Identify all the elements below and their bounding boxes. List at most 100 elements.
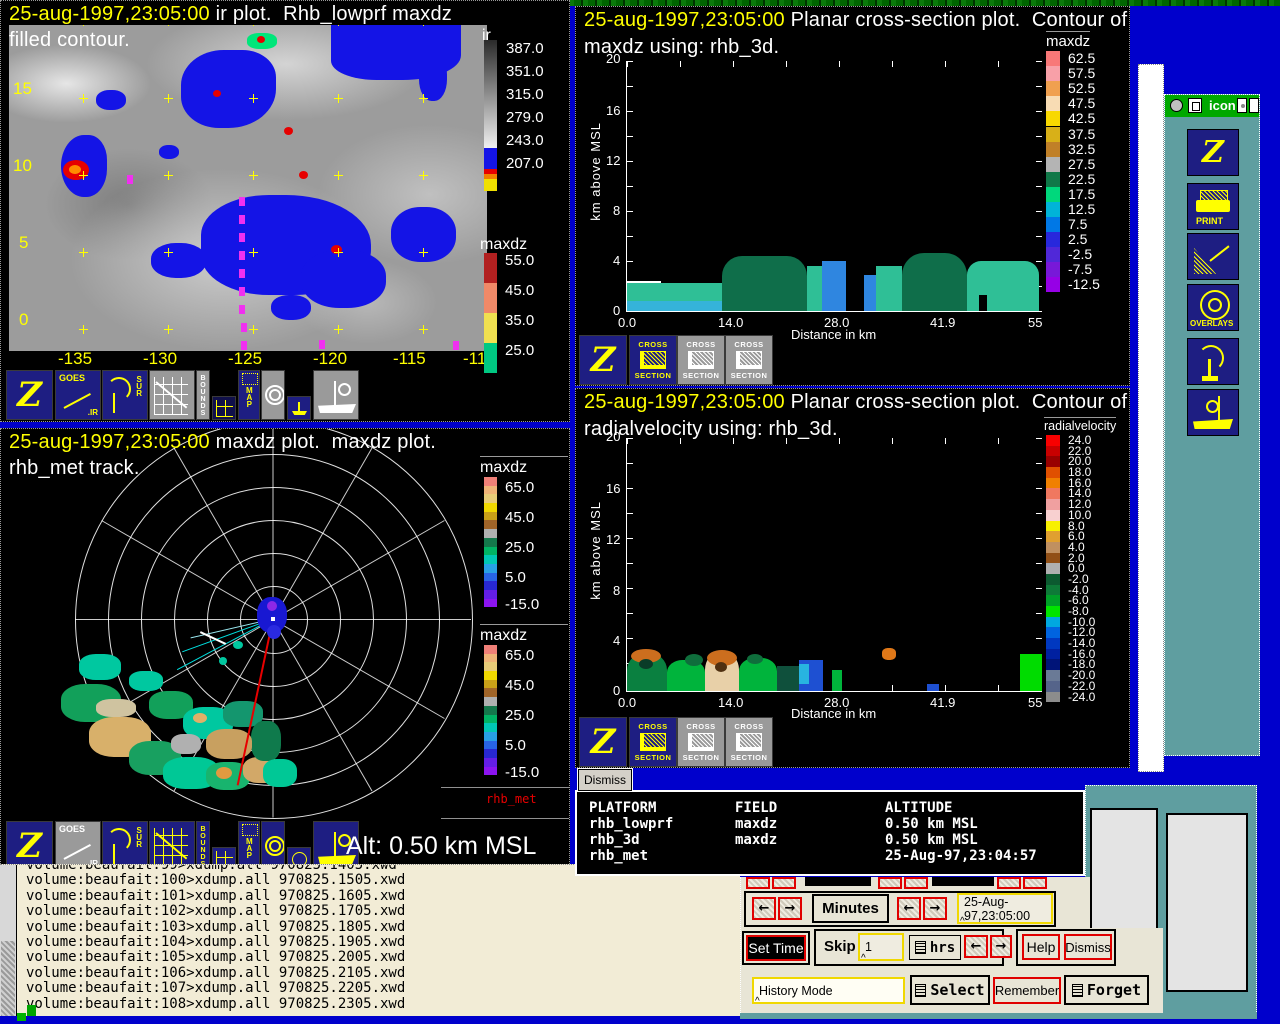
window-close-icon[interactable] — [1249, 98, 1259, 113]
small-ship-button[interactable] — [287, 396, 311, 420]
sat-y-tick: 10 — [13, 156, 32, 176]
cross-section-button-active[interactable]: CROSS SECTION — [629, 335, 677, 385]
rings-overlay-button[interactable] — [261, 370, 285, 420]
ship-button[interactable] — [1187, 389, 1239, 436]
cross-section-button[interactable]: CROSS SECTION — [725, 717, 773, 767]
table-row[interactable]: rhb_lowprfmaxdz0.50 km MSL25-Aug-97,23:0… — [589, 816, 1083, 832]
xs2-title: Planar cross-section plot. Contour of — [785, 391, 1127, 413]
overlays-button[interactable]: OVERLAYS — [1187, 284, 1239, 331]
terminal-scrollbar[interactable] — [0, 865, 17, 1016]
satellite-image[interactable] — [9, 25, 487, 351]
rings-overlay-button[interactable] — [261, 821, 285, 866]
printer-body-icon — [1196, 200, 1230, 212]
cross-section-button[interactable]: CROSS SECTION — [677, 717, 725, 767]
ppi-title-line1: 25-aug-1997,23:05:00 maxdz plot. maxdz p… — [9, 431, 436, 454]
sat-y-tick: 15 — [13, 79, 32, 99]
xs2-y-tick: 12 — [606, 532, 620, 547]
goes-ir-button[interactable]: GOES .IR — [55, 370, 101, 420]
scrollbar-thumb[interactable] — [1, 941, 15, 1016]
set-time-button[interactable]: Set Time — [746, 935, 806, 961]
select-button[interactable]: Select — [910, 975, 990, 1005]
grid-radar-button[interactable] — [149, 821, 195, 866]
skip-forward-button[interactable]: → — [990, 935, 1012, 958]
history-mode-field[interactable]: History Mode — [752, 977, 905, 1004]
zebra-menu-button[interactable]: Z — [579, 335, 627, 385]
section-label: SECTION — [683, 371, 720, 380]
cross-section-button[interactable]: CROSS SECTION — [677, 335, 725, 385]
xs1-plot-area[interactable] — [626, 61, 1042, 312]
ppi-bar-tick: 5.0 — [505, 737, 526, 754]
bounds-button[interactable]: B O U N D S — [196, 821, 210, 866]
ship-mast-icon — [1218, 396, 1220, 424]
sur-radar-button[interactable]: S U R — [102, 821, 148, 866]
icon-window-titlebar[interactable]: icon — [1165, 95, 1259, 117]
goes-ir-button[interactable]: GOES .IR — [55, 821, 101, 866]
ir-value: 243.0 — [506, 132, 544, 149]
window-menu-icon[interactable] — [1170, 99, 1183, 112]
hrs-units-button[interactable]: hrs — [909, 935, 961, 960]
cross-label: CROSS — [686, 340, 715, 349]
sat-y-tick: 5 — [19, 233, 28, 253]
table-row[interactable]: rhb_3dmaxdz0.50 km MSL25-Aug-97,23:01:26 — [589, 832, 1083, 848]
zebra-menu-button[interactable]: Z — [579, 717, 627, 767]
sat-title-line2: filled contour. — [9, 29, 130, 52]
overlay-dismiss-button[interactable]: Dismiss — [578, 769, 632, 791]
data-available-table: PLATFORMFIELDALTITUDETIME rhb_lowprfmaxd… — [575, 790, 1085, 876]
ppi-bar-tick: -15.0 — [505, 764, 539, 781]
sat-title-line1: 25-aug-1997,23:05:00 ir plot. Rhb_lowprf… — [9, 3, 452, 26]
xs2-plot-area[interactable] — [626, 438, 1042, 692]
ship-radar-ball — [338, 383, 351, 396]
sat-timestamp: 25-aug-1997,23:05:00 — [9, 3, 210, 25]
sat-title: ir plot. Rhb_lowprf maxdz — [210, 3, 452, 25]
cross-section-button[interactable]: CROSS SECTION — [725, 335, 773, 385]
terminal-window[interactable]: volume:beaufait:99>xdump.all 970825.1405… — [0, 864, 740, 1016]
window-iconify-icon[interactable] — [1188, 98, 1202, 113]
map-label: M A P — [246, 838, 253, 859]
radar-dish-icon — [107, 828, 131, 852]
latlon-grid — [9, 25, 487, 351]
ship-hull-icon — [318, 404, 356, 413]
zebra-menu-button[interactable]: Z — [6, 821, 53, 866]
sat-y-tick: 0 — [19, 310, 28, 330]
minutes-back-button[interactable]: ← — [752, 897, 776, 920]
minutes-forward-button[interactable]: → — [778, 897, 802, 920]
minutes-back-button-2[interactable]: ← — [897, 897, 921, 920]
bounds-button[interactable]: B O U N D S — [196, 370, 210, 420]
window-resize-icon[interactable] — [1237, 98, 1247, 113]
skip-back-button[interactable]: ← — [964, 935, 988, 958]
ship-platform-button[interactable] — [313, 370, 359, 420]
terminal-line: volume:beaufait:106>xdump.all 970825.210… — [26, 966, 405, 981]
remember-button[interactable]: Remember — [993, 977, 1061, 1004]
forget-button[interactable]: Forget — [1064, 975, 1149, 1005]
xs2-x-tick: 0.0 — [618, 695, 636, 710]
xs1-x-tick: 0.0 — [618, 315, 636, 330]
map-button[interactable]: M A P — [238, 821, 260, 866]
grid-radar-button[interactable] — [149, 370, 195, 420]
xs1-title: Planar cross-section plot. Contour of — [785, 9, 1127, 31]
help-button[interactable]: Help — [1022, 934, 1060, 960]
small-grid-button[interactable] — [212, 396, 236, 420]
rings-inner-icon — [269, 389, 281, 401]
sat-x-tick: -120 — [313, 349, 347, 369]
radar-plot-area[interactable] — [1, 429, 475, 866]
sur-label: S U R — [136, 827, 142, 848]
dialog-dismiss-button[interactable]: Dismiss — [1064, 934, 1112, 960]
satellite-dish-button[interactable] — [1187, 233, 1239, 280]
cross-section-button-active[interactable]: CROSS SECTION — [629, 717, 677, 767]
xs2-y-axis-label: km above MSL — [588, 501, 603, 600]
zebra-main-menu-button[interactable]: Z — [1187, 129, 1239, 176]
minutes-forward-button-2[interactable]: → — [923, 897, 947, 920]
ship-mast — [334, 381, 336, 405]
radar-antenna-button[interactable] — [1187, 338, 1239, 385]
zebra-menu-button[interactable]: Z — [6, 370, 53, 420]
terminal-line: volume:beaufait:108>xdump.all 970825.230… — [26, 997, 405, 1012]
cross-label: CROSS — [686, 722, 715, 731]
map-icon — [242, 824, 258, 836]
xs1-y-tick: 16 — [606, 103, 620, 118]
time-input-field[interactable]: 25-Aug-97,23:05:00 — [957, 893, 1053, 924]
print-button[interactable]: PRINT — [1187, 183, 1239, 230]
beam-icon — [1209, 245, 1229, 261]
table-row[interactable]: rhb_met25-Aug-97,23:04:57 — [589, 848, 1083, 864]
map-button[interactable]: M A P — [238, 370, 260, 420]
sur-radar-button[interactable]: S U R — [102, 370, 148, 420]
